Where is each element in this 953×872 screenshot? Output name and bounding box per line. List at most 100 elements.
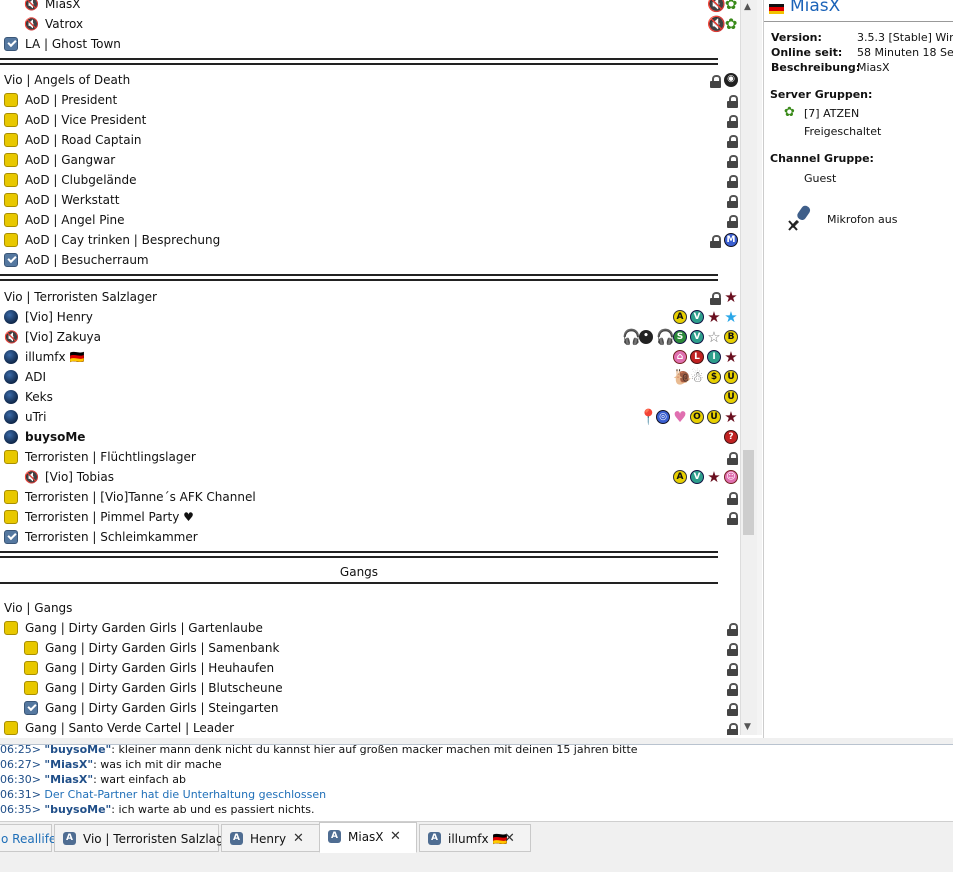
client-row[interactable]: 🔇 [Vio] Zakuya 🎧 • 🎧 S V ☆ B (0, 327, 740, 347)
chat-nick[interactable]: "MiasX" (44, 773, 93, 786)
channel-row[interactable]: AoD | Vice President (0, 110, 740, 130)
snowman-icon: ☃ (690, 368, 704, 386)
alien-icon: • (639, 330, 653, 344)
close-icon[interactable]: ✕ (390, 823, 401, 851)
scroll-up-arrow[interactable]: ▲ (744, 2, 751, 12)
client-row[interactable]: buysoMe? (0, 427, 740, 447)
channel-row[interactable]: Gang | Dirty Garden Girls | Steingarten (0, 698, 740, 718)
tree-scrollbar[interactable]: ▲ ▼ (740, 0, 757, 735)
chat-tab-icon: A (328, 830, 341, 843)
channel-row[interactable]: AoD | Besucherraum (0, 250, 740, 270)
channel-icon (24, 681, 38, 695)
divider (764, 21, 953, 22)
lock-icon (727, 195, 738, 208)
client-status-icon (4, 370, 18, 384)
row-icons: ? (724, 430, 738, 444)
channel-row[interactable]: Gang | Dirty Garden Girls | Gartenlaube (0, 618, 740, 638)
badge-u-icon: U (707, 410, 721, 424)
channel-row[interactable]: AoD | Clubgelände (0, 170, 740, 190)
channel-row[interactable]: Vio | Angels of Death ◉ (0, 70, 740, 90)
channel-icon (4, 490, 18, 504)
channel-row[interactable]: AoD | President (0, 90, 740, 110)
chat-tab[interactable]: A Vio | Terroristen Salzlager (54, 824, 236, 852)
channel-row[interactable]: Gang | Dirty Garden Girls | Samenbank (0, 638, 740, 658)
client-row[interactable]: illumfx 🇩🇪 ⌂ L I ★ (0, 347, 740, 367)
channel-row[interactable]: Gang | Santo Verde Cartel | Leader (0, 718, 740, 735)
channel-row[interactable]: Vio | Terroristen Salzlager ★ (0, 287, 740, 307)
chat-tab-icon: A (230, 832, 243, 845)
chat-nick[interactable]: "buysoMe" (44, 803, 111, 816)
chat-nick[interactable]: "buysoMe" (44, 745, 111, 756)
chat-timestamp: 06:27> (0, 758, 45, 771)
channel-tree[interactable]: 🔇 MiasX 🔇 ✿ 🔇 Vatrox 🔇 ✿ LA | Ghost Town Vio | An… (0, 0, 740, 735)
weed-icon: ✿ (724, 15, 738, 33)
channel-spacer-line (0, 582, 718, 584)
channel-row[interactable]: Terroristen | Schleimkammer (0, 527, 740, 547)
channel-row[interactable]: Terroristen | Pimmel Party ♥ (0, 507, 740, 527)
star-darkred-icon: ★ (707, 308, 721, 326)
client-name: [Vio] Tobias (45, 470, 114, 484)
channel-row[interactable]: Terroristen | Flüchtlingslager (0, 447, 740, 467)
chat-message: : wart einfach ab (93, 773, 186, 786)
channel-row[interactable]: AoD | Angel Pine (0, 210, 740, 230)
lock-icon (710, 75, 721, 88)
lock-icon (710, 235, 721, 248)
row-icons (727, 113, 738, 128)
client-row[interactable]: 🔇 MiasX 🔇 ✿ (0, 0, 740, 14)
channel-row[interactable]: AoD | Road Captain (0, 130, 740, 150)
pane-splitter[interactable] (757, 0, 762, 735)
chat-tab[interactable]: Aillumfx 🇩🇪 ✕ (419, 824, 531, 852)
version-value: 3.5.3 [Stable] Windo (857, 31, 953, 44)
close-icon[interactable]: ✕ (504, 825, 515, 853)
client-row[interactable]: 🔇 Vatrox 🔇 ✿ (0, 14, 740, 34)
horizontal-splitter[interactable] (0, 738, 953, 745)
scrollbar-thumb[interactable] (743, 450, 754, 535)
channel-row[interactable]: Gang | Dirty Garden Girls | Blutscheune (0, 678, 740, 698)
chat-tab[interactable]: o Reallife (0, 824, 56, 852)
channel-row[interactable]: AoD | Werkstatt (0, 190, 740, 210)
channel-row[interactable]: AoD | Cay trinken | Besprechung M (0, 230, 740, 250)
client-row[interactable]: uTri 📍 ◎ ♥ O U ★ (0, 407, 740, 427)
muted-client-icon: 🔇 (24, 17, 39, 31)
snail-icon: 🐌 (673, 368, 692, 386)
client-info-panel: MiasX Version: 3.5.3 [Stable] Windo Onli… (763, 0, 953, 738)
client-name: [Vio] Henry (25, 310, 93, 324)
chat-tab[interactable]: A Henry ✕ (221, 824, 320, 852)
scroll-down-arrow[interactable]: ▼ (744, 722, 751, 732)
lock-icon (727, 643, 738, 656)
channel-row[interactable]: Vio | Gangs (0, 598, 740, 618)
chat-nick[interactable]: "MiasX" (44, 758, 93, 771)
badge-l-icon: L (690, 350, 704, 364)
headphones-pink-icon: 🎧 (656, 328, 675, 346)
coin-icon: $ (707, 370, 721, 384)
row-icons: 🔇 ✿ (707, 15, 738, 33)
channel-spacer-line (0, 274, 718, 281)
client-row[interactable]: Keks U (0, 387, 740, 407)
channel-name: AoD | Vice President (25, 113, 147, 127)
client-status-icon (4, 310, 18, 324)
client-row[interactable]: [Vio] Henry A V ★ ★ (0, 307, 740, 327)
client-row[interactable]: ADI 🐌 ☃ $ U (0, 367, 740, 387)
lock-icon (727, 623, 738, 636)
channel-icon (4, 93, 18, 107)
client-name: Vatrox (45, 17, 84, 31)
weed-icon: ✿ (784, 105, 795, 120)
chat-tab[interactable]: A MiasX ✕ (319, 822, 417, 853)
channel-full-icon (24, 701, 38, 715)
headset-icon: 🎧 (622, 328, 641, 346)
channel-icon (24, 641, 38, 655)
channel-row[interactable]: LA | Ghost Town (0, 34, 740, 54)
channel-name: Terroristen | [Vio]Tanne´s AFK Channel (25, 490, 256, 504)
weed-icon: ✿ (724, 0, 738, 13)
chat-tab-icon: A (63, 832, 76, 845)
badge-i-icon: I (707, 350, 721, 364)
close-icon[interactable]: ✕ (293, 825, 304, 853)
channel-row[interactable]: Terroristen | [Vio]Tanne´s AFK Channel (0, 487, 740, 507)
channel-name: AoD | President (25, 93, 118, 107)
mute-speaker-icon: 🔇 (707, 15, 726, 33)
channel-icon (4, 510, 18, 524)
channel-row[interactable]: AoD | Gangwar (0, 150, 740, 170)
channel-row[interactable]: Gang | Dirty Garden Girls | Heuhaufen (0, 658, 740, 678)
channel-name: AoD | Clubgelände (25, 173, 137, 187)
client-row[interactable]: 🔇 [Vio] Tobias A V ★ ☺ (0, 467, 740, 487)
